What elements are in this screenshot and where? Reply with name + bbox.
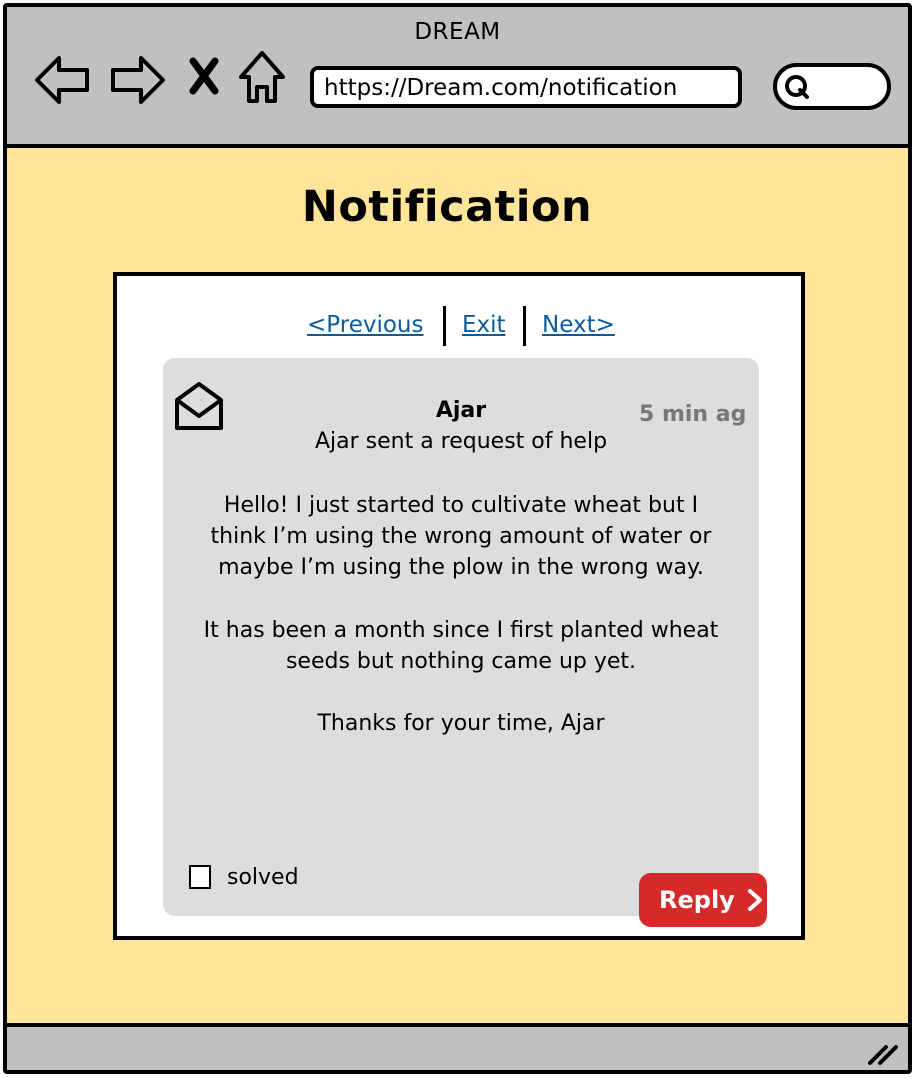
- pager-divider: [443, 306, 446, 346]
- pager-divider: [523, 306, 526, 346]
- browser-window: DREAM https://Dream.com/notification Not…: [3, 3, 912, 1074]
- search-input[interactable]: [773, 63, 891, 110]
- home-icon[interactable]: [237, 49, 287, 105]
- next-link[interactable]: Next>: [542, 312, 615, 338]
- notification-pager: <Previous Exit Next>: [117, 304, 801, 346]
- message-summary: Ajar sent a request of help: [314, 429, 608, 454]
- url-input[interactable]: https://Dream.com/notification: [310, 66, 742, 108]
- notification-card: <Previous Exit Next> Ajar 5 min ag Ajar …: [113, 272, 805, 940]
- message-paragraph: Thanks for your time, Ajar: [317, 711, 605, 737]
- close-icon[interactable]: [187, 57, 221, 95]
- back-arrow-icon[interactable]: [33, 53, 91, 107]
- reply-label: Reply: [659, 886, 735, 914]
- solved-label: solved: [227, 864, 299, 890]
- message-paragraph: It has been a month since I first plante…: [203, 617, 719, 674]
- page-title: Notification: [301, 182, 593, 232]
- chevron-right-icon: [747, 888, 763, 912]
- status-bar: [7, 1023, 908, 1070]
- forward-arrow-icon[interactable]: [109, 53, 167, 107]
- browser-toolbar: DREAM https://Dream.com/notification: [7, 7, 908, 148]
- solved-checkbox[interactable]: [189, 865, 211, 889]
- message-body: Hello! I just started to cultivate wheat…: [203, 490, 719, 740]
- solved-option: solved: [189, 863, 299, 891]
- resize-grip-icon[interactable]: [866, 1043, 898, 1071]
- reply-button[interactable]: Reply: [639, 873, 767, 927]
- previous-link[interactable]: <Previous: [307, 312, 423, 338]
- window-title: DREAM: [414, 19, 501, 45]
- exit-link[interactable]: Exit: [462, 312, 506, 338]
- message-paragraph: Hello! I just started to cultivate wheat…: [210, 493, 712, 581]
- message-time: 5 min ag: [639, 402, 747, 427]
- search-icon: [783, 73, 813, 107]
- message-panel: Ajar 5 min ag Ajar sent a request of hel…: [163, 358, 759, 916]
